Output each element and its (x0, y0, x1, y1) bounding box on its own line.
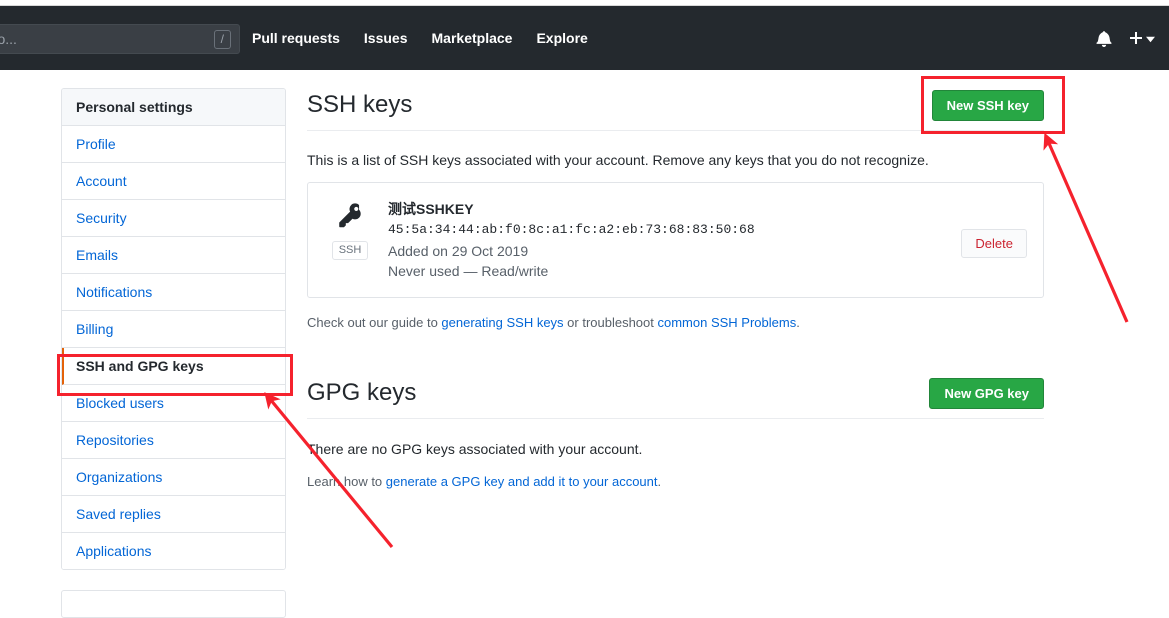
settings-page: Personal settings Profile Account Securi… (0, 70, 1169, 618)
sidebar-heading: Personal settings (62, 89, 285, 126)
sidebar-item-profile[interactable]: Profile (62, 126, 285, 163)
sidebar-item-repositories[interactable]: Repositories (62, 422, 285, 459)
gpg-learn-text: Learn how to generate a GPG key and add … (307, 473, 1044, 491)
gpg-section-title: GPG keys (307, 379, 417, 406)
ssh-key-added-date: Added on 29 Oct 2019 (388, 243, 529, 259)
sidebar-item-ssh-and-gpg-keys[interactable]: SSH and GPG keys (62, 348, 285, 385)
search-placeholder: or jump to... (0, 31, 17, 47)
primary-nav: Pull requests Issues Marketplace Explore (252, 6, 588, 70)
new-ssh-key-button[interactable]: New SSH key (931, 89, 1044, 121)
nav-item-issues[interactable]: Issues (364, 30, 408, 46)
generating-ssh-keys-link[interactable]: generating SSH keys (441, 315, 563, 330)
plus-icon[interactable] (1128, 30, 1144, 46)
new-gpg-key-button[interactable]: New GPG key (929, 377, 1044, 409)
ssh-key-row: SSH 测试SSHKEY 45:5a:34:44:ab:f0:8c:a1:fc:… (307, 182, 1044, 298)
sidebar-item-organizations[interactable]: Organizations (62, 459, 285, 496)
sidebar-item-billing[interactable]: Billing (62, 311, 285, 348)
ssh-keys-header: SSH keys New SSH key (307, 88, 1044, 131)
ssh-key-visual: SSH (324, 199, 376, 260)
create-new-menu[interactable] (1128, 30, 1155, 46)
ssh-key-usage: Never used — Read/write (388, 263, 549, 279)
sidebar-item-security[interactable]: Security (62, 200, 285, 237)
search-input[interactable]: or jump to... / (0, 24, 240, 54)
learn-suffix: . (657, 474, 662, 489)
learn-prefix: Learn how to (307, 474, 386, 489)
gpg-keys-header: GPG keys New GPG key (307, 376, 1044, 419)
sidebar-item-notifications[interactable]: Notifications (62, 274, 285, 311)
ssh-guide-text: Check out our guide to generating SSH ke… (307, 314, 1044, 332)
guide-middle: or troubleshoot (563, 315, 658, 330)
guide-prefix: Check out our guide to (307, 315, 442, 330)
chevron-down-icon[interactable] (1146, 30, 1155, 46)
personal-settings-menu: Personal settings Profile Account Securi… (61, 88, 286, 570)
gpg-empty-message: There are no GPG keys associated with yo… (307, 441, 643, 457)
sidebar-item-emails[interactable]: Emails (62, 237, 285, 274)
sidebar-item-blocked-users[interactable]: Blocked users (62, 385, 285, 422)
sidebar-item-applications[interactable]: Applications (62, 533, 285, 569)
sidebar-item-account[interactable]: Account (62, 163, 285, 200)
delete-ssh-key-button[interactable]: Delete (961, 229, 1027, 258)
sidebar-item-saved-replies[interactable]: Saved replies (62, 496, 285, 533)
nav-item-marketplace[interactable]: Marketplace (432, 30, 513, 46)
guide-suffix: . (796, 315, 800, 330)
header-actions (1096, 6, 1155, 70)
common-ssh-problems-link[interactable]: common SSH Problems (658, 315, 797, 330)
generate-gpg-key-link[interactable]: generate a GPG key and add it to your ac… (386, 474, 658, 489)
key-icon (335, 201, 365, 234)
settings-sidebar: Personal settings Profile Account Securi… (61, 88, 286, 618)
bell-icon[interactable] (1096, 30, 1112, 47)
ssh-keys-intro: This is a list of SSH keys associated wi… (307, 152, 929, 168)
nav-item-pull-requests[interactable]: Pull requests (252, 30, 340, 46)
ssh-key-fingerprint: 45:5a:34:44:ab:f0:8c:a1:fc:a2:eb:73:68:8… (388, 222, 755, 237)
nav-item-explore[interactable]: Explore (536, 30, 587, 46)
ssh-key-details: 测试SSHKEY 45:5a:34:44:ab:f0:8c:a1:fc:a2:e… (376, 199, 961, 281)
gpg-keys-section: GPG keys New GPG key There are no GPG ke… (307, 376, 1044, 491)
ssh-type-badge: SSH (331, 241, 369, 260)
ssh-key-title: 测试SSHKEY (388, 201, 474, 217)
page-title: SSH keys (307, 91, 413, 118)
settings-content: SSH keys New SSH key This is a list of S… (307, 88, 1044, 504)
global-header: or jump to... / Pull requests Issues Mar… (0, 6, 1169, 70)
search-shortcut-badge: / (213, 29, 231, 49)
